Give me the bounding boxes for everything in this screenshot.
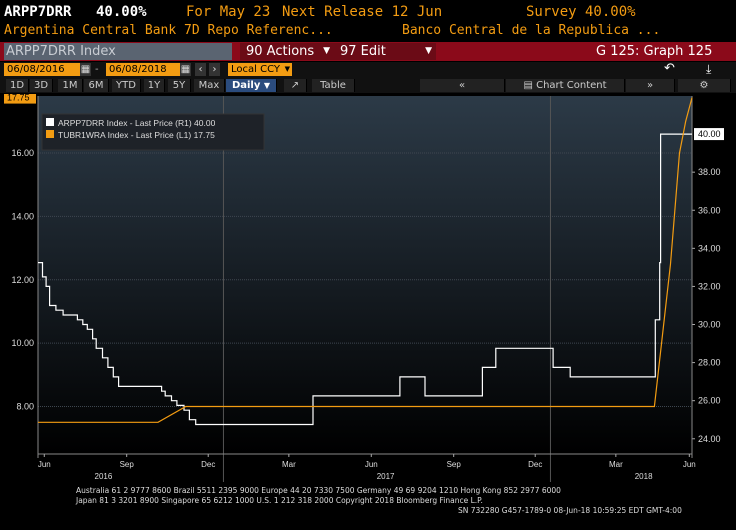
date-range-bar: 06/08/2016 ▦ - 06/08/2018 ▦ ‹ › Local CC… — [0, 62, 736, 78]
main-toolbar: ARPP7DRR Index 90 Actions ▼ 97 Edit ▼ G … — [0, 42, 736, 61]
left-tick-label: 12.00 — [11, 275, 34, 285]
period-tab-1y[interactable]: 1Y — [144, 79, 165, 92]
left-tick-label: 8.00 — [16, 401, 34, 411]
year-label: 2017 — [377, 472, 395, 481]
period-tab-5y[interactable]: 5Y — [168, 79, 191, 92]
footer-line-1: Australia 61 2 9777 8600 Brazil 5511 239… — [76, 486, 561, 495]
year-label: 2016 — [95, 472, 113, 481]
last-value-label-right: 40.00 — [698, 129, 721, 139]
range-separator: - — [95, 64, 99, 75]
chevron-down-icon: ▼ — [263, 81, 271, 90]
chevron-down-icon: ▼ — [425, 46, 432, 56]
right-tick-label: 26.00 — [698, 396, 721, 406]
survey-value: Survey 40.00% — [526, 4, 636, 20]
collapse-right-icon[interactable]: » — [626, 79, 675, 92]
legend-entry-2: TUBR1WRA Index - Last Price (L1) 17.75 — [58, 130, 215, 140]
next-release: Next Release 12 Jun — [282, 4, 443, 20]
previous-arrow-icon[interactable]: ‹ — [195, 63, 206, 76]
edit-label: 97 Edit — [340, 44, 386, 59]
right-tick-label: 28.00 — [698, 358, 721, 368]
chart-content-label: Chart Content — [536, 80, 607, 91]
calendar-icon[interactable]: ▦ — [180, 63, 191, 76]
security-field[interactable]: ARPP7DRR Index — [4, 43, 232, 60]
left-tick-label: 14.00 — [11, 211, 34, 221]
security-header: ARPP7DRR 40.00% For May 23 Next Release … — [0, 4, 736, 24]
next-arrow-icon[interactable]: › — [209, 63, 220, 76]
right-tick-label: 34.00 — [698, 243, 721, 253]
right-tick-label: 24.00 — [698, 434, 721, 444]
period-tab-max[interactable]: Max — [194, 79, 225, 92]
period-tab-ytd[interactable]: YTD — [112, 79, 141, 92]
description-spanish: Banco Central de la Republica ... — [402, 23, 661, 38]
period-tab-6m[interactable]: 6M — [84, 79, 109, 92]
x-tick-label: Mar — [609, 460, 623, 469]
year-label: 2018 — [635, 472, 653, 481]
currency-value: Local CCY — [231, 64, 280, 75]
calendar-icon[interactable]: ▦ — [80, 63, 91, 76]
collapse-left-icon[interactable]: « — [420, 79, 505, 92]
right-tick-label: 38.00 — [698, 167, 721, 177]
left-tick-label: 16.00 — [11, 148, 34, 158]
chevron-down-icon: ▼ — [284, 65, 290, 73]
left-tick-label: 10.00 — [11, 338, 34, 348]
frequency-select[interactable]: Daily ▼ — [226, 79, 277, 92]
footer-line-2: Japan 81 3 3201 8900 Singapore 65 6212 1… — [76, 496, 483, 505]
security-field-text: ARPP7DRR Index — [6, 44, 116, 59]
right-tick-label: 36.00 — [698, 205, 721, 215]
gear-icon[interactable]: ⚙ — [678, 79, 731, 92]
x-tick-label: Mar — [282, 460, 296, 469]
ticker: ARPP7DRR — [4, 4, 72, 20]
legend-entry-1: ARPP7DRR Index - Last Price (R1) 40.00 — [58, 118, 216, 128]
period-bar: 1D 3D 1M 6M YTD 1Y 5Y Max Daily ▼ ↗ Tabl… — [0, 78, 736, 93]
legend-swatch — [46, 118, 54, 126]
description-english: Argentina Central Bank 7D Repo Referenc.… — [4, 23, 333, 38]
period-tab-1d[interactable]: 1D — [6, 79, 29, 92]
line-chart: 8.00 10.00 12.00 14.00 16.00 24.00 26.00 28.00 3… — [4, 94, 724, 482]
currency-select[interactable]: Local CCY ▼ — [228, 63, 292, 76]
actions-label: 90 Actions — [246, 44, 315, 59]
x-tick-label: Dec — [201, 460, 215, 469]
graph-label: G 125: Graph 125 — [596, 44, 713, 59]
actions-menu[interactable]: 90 Actions ▼ — [240, 43, 334, 60]
chevron-down-icon: ▼ — [323, 46, 330, 56]
frequency-value: Daily — [231, 80, 261, 91]
release-date: For May 23 — [186, 4, 271, 20]
x-tick-label: Sep — [447, 460, 462, 469]
security-description: Argentina Central Bank 7D Repo Referenc.… — [0, 23, 736, 41]
legend-swatch — [46, 130, 54, 138]
right-tick-label: 30.00 — [698, 320, 721, 330]
chart-icon: ▤ — [523, 80, 533, 91]
last-value: 40.00% — [96, 4, 147, 20]
undo-icon[interactable]: ↶ — [664, 62, 678, 76]
right-tick-label: 32.00 — [698, 281, 721, 291]
last-value-label-left: 17.75 — [7, 94, 30, 103]
chart-content-button[interactable]: ▤ Chart Content — [506, 79, 625, 92]
period-tab-1m[interactable]: 1M — [58, 79, 83, 92]
download-icon[interactable]: ⤓ — [706, 63, 726, 76]
x-tick-label: Jun — [38, 460, 51, 469]
line-chart-icon[interactable]: ↗ — [284, 79, 307, 92]
x-tick-label: Dec — [528, 460, 542, 469]
x-tick-label: Jun — [683, 460, 696, 469]
start-date-input[interactable]: 06/08/2016 — [4, 63, 80, 76]
footer-line-3: SN 732280 G457-1789-0 08-Jun-18 10:59:25… — [458, 506, 682, 515]
period-tab-3d[interactable]: 3D — [30, 79, 53, 92]
edit-menu[interactable]: 97 Edit ▼ — [334, 43, 436, 60]
table-button[interactable]: Table — [312, 79, 355, 92]
x-tick-label: Jun — [365, 460, 378, 469]
end-date-input[interactable]: 06/08/2018 — [106, 63, 180, 76]
x-tick-label: Sep — [120, 460, 135, 469]
